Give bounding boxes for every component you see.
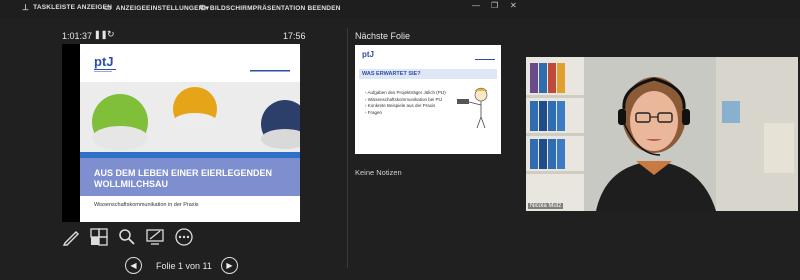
end-show-icon: ⧉ bbox=[200, 3, 206, 12]
taskbar-label: TASKLEISTE ANZEIGEN bbox=[33, 4, 113, 11]
headline-line-2: WOLLMILCHSAU bbox=[94, 178, 168, 189]
end-show-label: BILDSCHIRMPRÄSENTATION BEENDEN bbox=[209, 4, 341, 12]
bullet-item: › Fragen bbox=[365, 109, 383, 115]
participant-name: Nicola Mutz bbox=[528, 203, 564, 209]
taskbar-toggle-button[interactable]: ⊥ TASKLEISTE ANZEIGEN bbox=[22, 3, 112, 12]
next-slide-preview[interactable]: ptJ WAS ERWARTET SIE? › Aufgaben des Pro… bbox=[355, 45, 501, 154]
restore-icon[interactable]: ❐ bbox=[491, 1, 498, 10]
elapsed-timer: 1:01:37 bbox=[62, 31, 93, 41]
more-icon[interactable] bbox=[175, 228, 193, 246]
next-slide-logo: ptJ bbox=[362, 50, 374, 59]
prev-icon[interactable]: ◀ bbox=[125, 257, 142, 274]
zoom-icon[interactable] bbox=[118, 228, 136, 246]
reset-timer-icon[interactable]: ↻ bbox=[107, 29, 115, 40]
header-line bbox=[250, 70, 290, 72]
next-slide-heading: WAS ERWARTET SIE? bbox=[362, 71, 421, 77]
video-frame bbox=[526, 57, 798, 211]
next-slide-label: Nächste Folie bbox=[355, 31, 411, 41]
participant-video bbox=[526, 57, 798, 211]
current-slide: ptJ AUS DEM LEBEN EINER EIERLEGENDEN WOL… bbox=[62, 44, 300, 222]
taskbar-icon: ⊥ bbox=[22, 3, 30, 12]
screen-share-icon[interactable] bbox=[146, 228, 164, 246]
display-settings-icon: ▭ bbox=[104, 3, 112, 12]
next-icon[interactable]: ▶ bbox=[221, 257, 238, 274]
next-slide-bullets: › Aufgaben des Projektträger Jülich (PtJ… bbox=[365, 90, 446, 116]
slide-subtitle: Wissenschaftskommunikation in der Praxis bbox=[94, 202, 199, 208]
slide-canvas: ptJ AUS DEM LEBEN EINER EIERLEGENDEN WOL… bbox=[80, 44, 300, 222]
pane-divider[interactable] bbox=[347, 28, 348, 268]
end-show-button[interactable]: ⧉ BILDSCHIRMPRÄSENTATION BEENDEN bbox=[200, 3, 341, 13]
slide-counter: Folie 1 von 11 bbox=[156, 261, 212, 271]
ptj-logo: ptJ bbox=[94, 54, 116, 72]
minimize-icon[interactable]: — bbox=[472, 1, 480, 10]
display-settings-button[interactable]: ▭ ANZEIGEEINSTELLUNGEN ▾ bbox=[104, 3, 209, 12]
headline-line-1: AUS DEM LEBEN EINER EIERLEGENDEN bbox=[94, 168, 273, 178]
clock: 17:56 bbox=[283, 31, 306, 41]
display-settings-label: ANZEIGEEINSTELLUNGEN ▾ bbox=[115, 4, 210, 12]
pause-icon[interactable]: ❚❚ bbox=[94, 30, 107, 39]
explorer-illustration bbox=[457, 87, 488, 129]
svg-text:ptJ: ptJ bbox=[94, 54, 114, 69]
speaker-notes: Keine Notizen bbox=[355, 168, 402, 177]
presenter-toolbar: ⊥ TASKLEISTE ANZEIGEN ▭ ANZEIGEEINSTELLU… bbox=[0, 0, 800, 18]
pen-icon[interactable] bbox=[62, 228, 80, 246]
close-icon[interactable]: ✕ bbox=[510, 1, 517, 10]
slides-grid-icon[interactable] bbox=[90, 228, 108, 246]
slide-headline: AUS DEM LEBEN EINER EIERLEGENDEN WOLLMIL… bbox=[94, 168, 272, 189]
